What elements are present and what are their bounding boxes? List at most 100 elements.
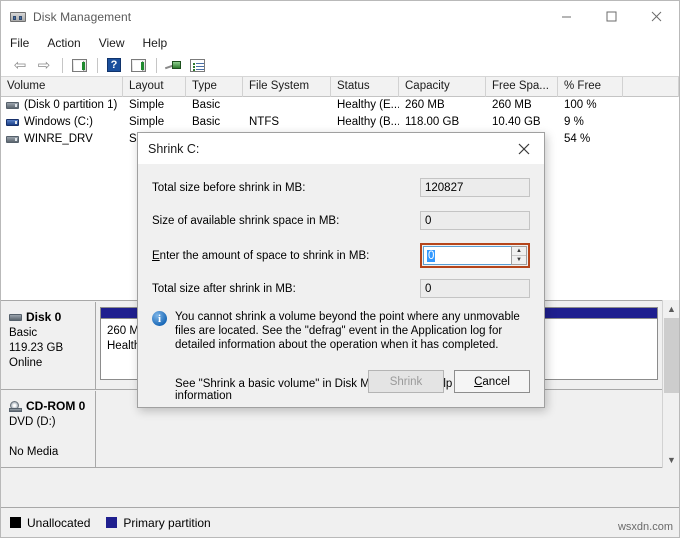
menu-bar: File Action View Help — [1, 32, 679, 54]
cdrom0-type: DVD (D:) — [9, 416, 56, 428]
cdrom0-name: CD-ROM 0 — [26, 399, 86, 413]
dialog-title: Shrink C: — [148, 141, 200, 156]
field-shrink-amount: Enter the amount of space to shrink in M… — [152, 242, 530, 269]
cancel-button[interactable]: Cancel — [454, 370, 530, 393]
info-icon: i — [152, 311, 167, 326]
column-header-type[interactable]: Type — [186, 77, 243, 97]
question-mark-icon: ? — [107, 58, 121, 72]
disk0-info[interactable]: Disk 0 Basic 119.23 GB Online — [1, 302, 96, 390]
label-total-after: Total size after shrink in MB: — [152, 282, 296, 295]
dialog-buttons: Shrink Cancel — [368, 370, 530, 393]
table-row[interactable]: (Disk 0 partition 1) Simple Basic Health… — [1, 97, 679, 114]
dialog-body: Total size before shrink in MB: 120827 S… — [138, 164, 544, 402]
column-header-layout[interactable]: Layout — [123, 77, 186, 97]
back-button[interactable]: ⇦ — [9, 55, 31, 75]
disk0-name: Disk 0 — [26, 310, 62, 324]
legend-item-unallocated: Unallocated — [10, 516, 90, 530]
field-available-space: Size of available shrink space in MB: 0 — [152, 209, 530, 232]
value-total-after: 0 — [420, 279, 530, 298]
window-icon — [71, 58, 87, 72]
dialog-title-bar: Shrink C: — [138, 133, 544, 164]
refresh-button[interactable] — [127, 55, 149, 75]
cell-free-space: 260 MB — [492, 99, 532, 111]
column-header-status[interactable]: Status — [331, 77, 399, 97]
scrollbar-thumb[interactable] — [664, 318, 679, 393]
label-total-before: Total size before shrink in MB: — [152, 181, 306, 194]
cell-status: Healthy (B... — [337, 116, 399, 128]
menu-item-file[interactable]: File — [10, 34, 39, 52]
shrink-button[interactable]: Shrink — [368, 370, 444, 393]
label-available-space: Size of available shrink space in MB: — [152, 214, 340, 227]
shrink-amount-input[interactable]: 0 — [423, 246, 511, 265]
disk-drive-icon — [10, 9, 26, 25]
legend-item-primary-partition: Primary partition — [106, 516, 211, 530]
column-header-percent-free[interactable]: % Free — [558, 77, 623, 97]
spin-up-icon[interactable]: ▲ — [512, 247, 526, 256]
plug-icon — [164, 60, 181, 71]
maximize-button[interactable] — [589, 1, 634, 32]
cdrom0-state: No Media — [9, 446, 59, 458]
accel-letter: E — [152, 249, 160, 262]
cell-layout: Simple — [129, 99, 165, 111]
menu-item-view[interactable]: View — [99, 34, 135, 52]
cell-free-space: 10.40 GB — [492, 116, 541, 128]
shrink-amount-stepper[interactable]: ▲ ▼ — [511, 246, 527, 265]
field-total-after: Total size after shrink in MB: 0 — [152, 277, 530, 300]
label-shrink-amount: Enter the amount of space to shrink in M… — [152, 250, 420, 262]
legend: Unallocated Primary partition — [1, 507, 679, 537]
spin-down-icon[interactable]: ▼ — [512, 256, 526, 264]
menu-item-help[interactable]: Help — [143, 34, 178, 52]
column-header-spacer[interactable] — [623, 77, 679, 97]
scroll-down-button[interactable]: ▼ — [663, 451, 679, 468]
label-shrink-amount-rest: nter the amount of space to shrink in MB… — [159, 249, 370, 262]
cell-file-system — [243, 97, 331, 114]
column-header-capacity[interactable]: Capacity — [399, 77, 486, 97]
properties-button[interactable] — [68, 55, 90, 75]
left-arrow-icon: ⇦ — [13, 56, 27, 74]
dialog-close-button[interactable] — [504, 133, 544, 164]
connect-button[interactable] — [162, 55, 184, 75]
field-total-before: Total size before shrink in MB: 120827 — [152, 176, 530, 199]
minimize-button[interactable] — [544, 1, 589, 32]
cell-layout: Simple — [129, 116, 165, 128]
cell-percent-free: 100 % — [564, 99, 597, 111]
shrink-amount-field-highlight: 0 ▲ ▼ — [420, 243, 530, 268]
cell-percent-free: 54 % — [564, 133, 591, 145]
cancel-accel-letter: C — [474, 375, 483, 388]
disk-pane-scrollbar[interactable]: ▲ ▼ — [662, 300, 679, 468]
drive-icon — [6, 136, 19, 143]
cell-volume: (Disk 0 partition 1) — [24, 99, 118, 111]
cell-volume: Windows (C:) — [24, 116, 94, 128]
title-bar: Disk Management — [1, 1, 679, 32]
column-header-free-space[interactable]: Free Spa... — [486, 77, 558, 97]
info-message-text: You cannot shrink a volume beyond the po… — [175, 311, 520, 351]
disk0-type: Basic — [9, 327, 38, 339]
table-row[interactable]: Windows (C:) Simple Basic NTFS Healthy (… — [1, 114, 679, 131]
close-button[interactable] — [634, 1, 679, 32]
list-icon — [189, 58, 205, 72]
toolbar: ⇦ ⇨ ? — [1, 54, 679, 77]
cell-type: Basic — [192, 116, 221, 128]
forward-button[interactable]: ⇨ — [33, 55, 55, 75]
window-green-icon — [130, 58, 146, 72]
shrink-dialog: Shrink C: Total size before shrink in MB… — [137, 132, 545, 408]
drive-icon — [6, 119, 19, 126]
cell-volume: WINRE_DRV — [24, 133, 93, 145]
disk-icon — [9, 313, 22, 321]
toolbar-separator-1 — [62, 57, 63, 73]
list-view-button[interactable] — [186, 55, 208, 75]
menu-item-action[interactable]: Action — [47, 34, 90, 52]
column-header-file-system[interactable]: File System — [243, 77, 331, 97]
disk0-state: Online — [9, 357, 43, 369]
toolbar-separator-2 — [97, 57, 98, 73]
column-header-volume[interactable]: Volume — [1, 77, 123, 97]
cell-file-system: NTFS — [249, 116, 280, 128]
toolbar-separator-3 — [156, 57, 157, 73]
help-button[interactable]: ? — [103, 55, 125, 75]
cdrom0-info[interactable]: CD-ROM 0 DVD (D:) No Media — [1, 391, 96, 468]
window-title: Disk Management — [33, 9, 132, 24]
info-message: i You cannot shrink a volume beyond the … — [152, 310, 530, 352]
scroll-up-button[interactable]: ▲ — [663, 300, 679, 317]
cell-capacity: 118.00 GB — [405, 116, 460, 128]
disk-management-window: Disk Management File Action View Help ⇦ … — [0, 0, 680, 538]
